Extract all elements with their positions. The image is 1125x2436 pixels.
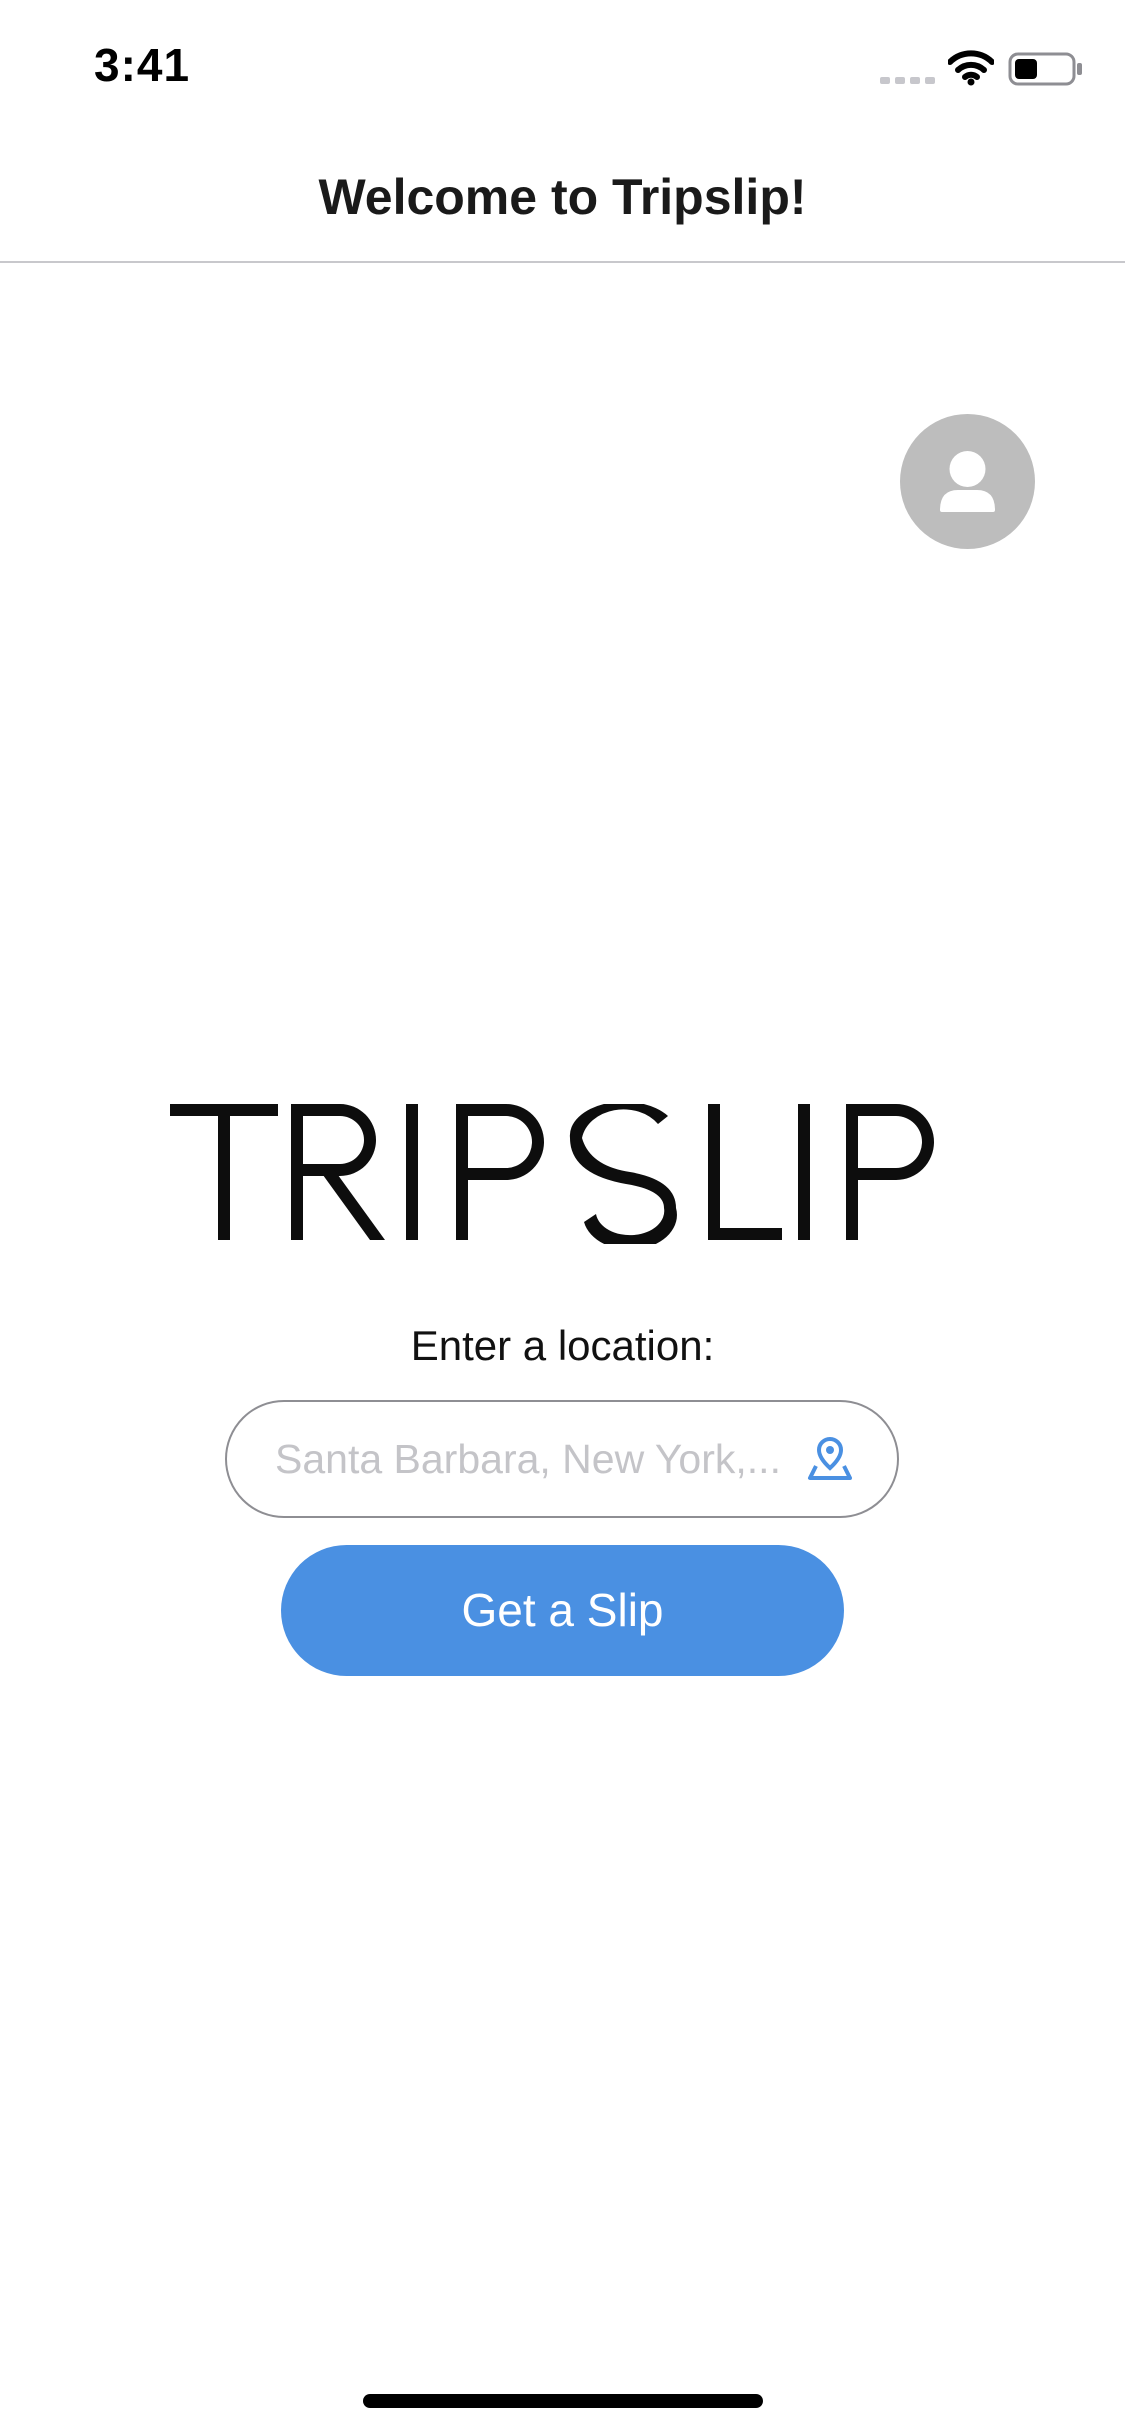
get-a-slip-button[interactable]: Get a Slip	[281, 1545, 844, 1676]
home-indicator[interactable]	[363, 2394, 763, 2408]
user-icon	[940, 451, 995, 512]
status-bar: 3:41	[0, 0, 1125, 132]
status-time: 3:41	[94, 39, 191, 91]
battery-icon	[1008, 52, 1082, 86]
wifi-icon	[948, 50, 994, 86]
navigation-header: Welcome to Tripslip!	[0, 132, 1125, 263]
location-input[interactable]	[275, 1402, 795, 1516]
location-input-container[interactable]	[225, 1400, 899, 1518]
page-title: Welcome to Tripslip!	[318, 169, 807, 225]
location-label: Enter a location:	[410, 1322, 715, 1369]
map-pin-icon[interactable]	[807, 1436, 853, 1482]
cellular-signal-icon	[880, 77, 935, 84]
profile-avatar-button[interactable]	[900, 414, 1035, 549]
tripslip-logo	[170, 1104, 934, 1244]
